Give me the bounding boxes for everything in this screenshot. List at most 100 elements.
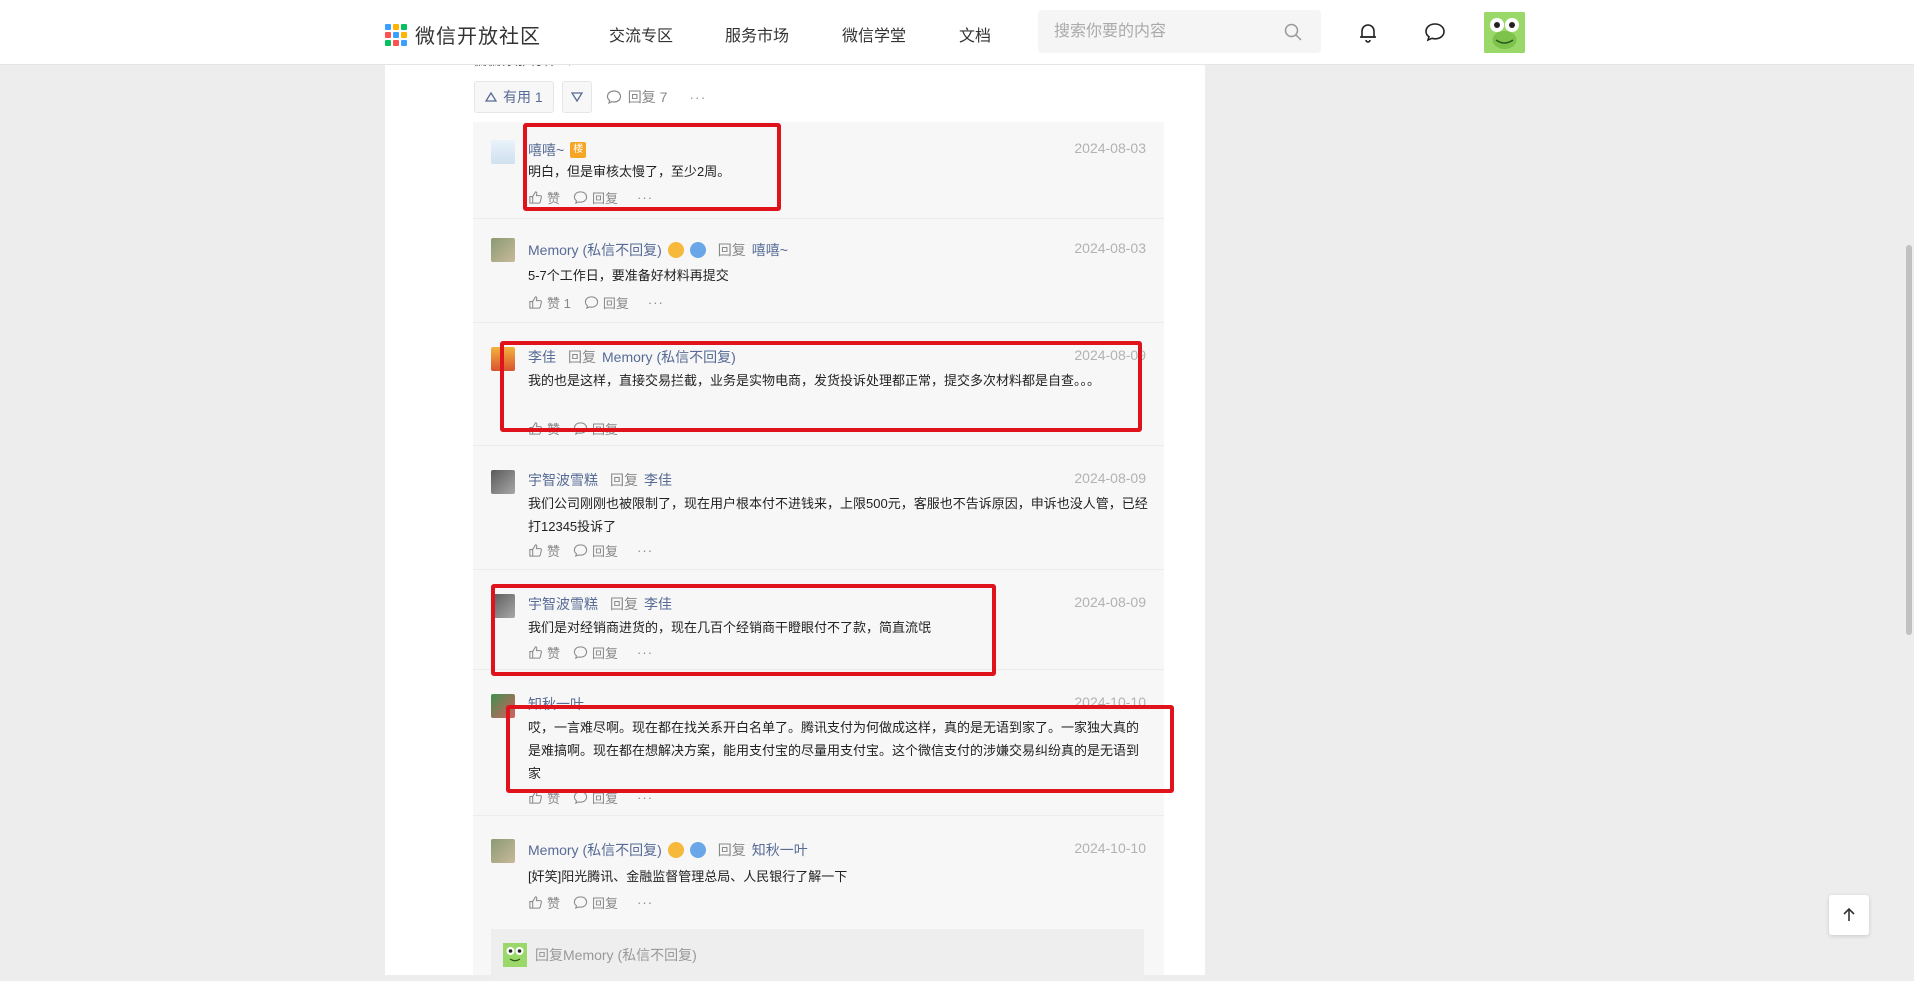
reply-button[interactable]: 回复 [584, 293, 629, 312]
commenter-avatar[interactable] [491, 594, 515, 618]
not-useful-button[interactable] [561, 81, 592, 113]
more-button[interactable]: ··· [637, 190, 653, 205]
message-icon[interactable] [1423, 20, 1447, 44]
comment-item: 宇智波雪糕 回复 李佳 2024-08-09 我们是对经销商进货的，现在几百个经… [473, 569, 1164, 670]
like-label: 赞 [547, 646, 561, 661]
site-logo[interactable]: 微信开放社区 [385, 20, 541, 49]
comment-actions: 赞 回复 ··· [528, 541, 653, 560]
more-button[interactable]: ··· [648, 295, 664, 310]
reply-target-name[interactable]: 嘻嘻~ [752, 240, 788, 260]
comment-header: 宇智波雪糕 回复 李佳 [528, 470, 672, 490]
reply-button[interactable]: 回复 [573, 541, 618, 560]
reply-button[interactable]: 回复 [573, 893, 618, 912]
commenter-avatar[interactable] [491, 470, 515, 494]
thumbs-up-icon [529, 791, 542, 804]
comment-thread: 嘻嘻~ 楼 2024-08-03 明白，但是审核太慢了，至少2周。 赞 回复 ·… [473, 122, 1164, 981]
comment-date: 2024-08-09 [1074, 594, 1146, 610]
scrollbar-thumb[interactable] [1906, 245, 1912, 635]
like-label: 赞 1 [547, 296, 571, 311]
post-action-bar: 有用 1 回复 7 ··· [474, 81, 706, 113]
reply-word: 回复 [610, 472, 638, 488]
thumbs-up-icon [529, 646, 542, 659]
more-button[interactable]: ··· [637, 645, 653, 660]
post-more-button[interactable]: ··· [689, 89, 706, 105]
comment-item: 嘻嘻~ 楼 2024-08-03 明白，但是审核太慢了，至少2周。 赞 回复 ·… [473, 122, 1164, 219]
comment-icon [573, 191, 588, 205]
comment-header: Memory (私信不回复) 回复 嘻嘻~ [528, 240, 788, 260]
comment-body: 明白，但是审核太慢了，至少2周。 [528, 164, 731, 179]
comment-item: Memory (私信不回复) 回复 嘻嘻~ 2024-08-03 5-7个工作日… [473, 218, 1164, 323]
nav-wechat-academy[interactable]: 微信学堂 [842, 22, 906, 46]
more-button[interactable]: ··· [637, 543, 653, 558]
commenter-name[interactable]: 宇智波雪糕 [528, 594, 598, 614]
like-button[interactable]: 赞 [528, 643, 560, 662]
commenter-avatar[interactable] [491, 694, 515, 718]
search-box [1038, 10, 1321, 53]
comment-body: 5-7个工作日，要准备好材料再提交 [528, 268, 729, 283]
like-label: 赞 [547, 191, 561, 206]
comment-date: 2024-10-10 [1074, 840, 1146, 856]
bell-icon[interactable] [1356, 20, 1380, 44]
search-input[interactable] [1052, 21, 1276, 42]
nav-exchange-zone[interactable]: 交流专区 [609, 22, 673, 46]
like-button[interactable]: 赞 [528, 788, 560, 807]
commenter-avatar[interactable] [491, 140, 515, 164]
commenter-name[interactable]: 宇智波雪糕 [528, 470, 598, 490]
like-button[interactable]: 赞 1 [528, 293, 571, 312]
shield-badge-icon [689, 842, 706, 858]
comment-icon [573, 422, 588, 436]
reply-button[interactable]: 回复 [573, 188, 618, 207]
comment-actions: 赞 回复 ··· [528, 419, 653, 438]
comment-item: Memory (私信不回复) 回复 知秋一叶 2024-10-10 [奸笑]阳光… [473, 815, 1164, 919]
comment-body: 哎，一言难尽啊。现在都在找关系开白名单了。腾讯支付为何做成这样，真的是无语到家了… [528, 720, 1140, 781]
commenter-avatar[interactable] [491, 347, 515, 371]
like-button[interactable]: 赞 [528, 893, 560, 912]
reply-target-name[interactable]: 知秋一叶 [752, 840, 808, 860]
reply-button[interactable]: 回复 [573, 419, 618, 438]
useful-button[interactable]: 有用 1 [474, 81, 554, 113]
commenter-avatar[interactable] [491, 238, 515, 262]
commenter-name[interactable]: Memory (私信不回复) [528, 840, 662, 860]
more-button[interactable]: ··· [637, 895, 653, 910]
commenter-name[interactable]: 嘻嘻~ [528, 140, 564, 160]
reply-target-name[interactable]: 李佳 [644, 470, 672, 490]
nav-docs[interactable]: 文档 [959, 22, 991, 46]
like-button[interactable]: 赞 [528, 188, 560, 207]
reply-label: 回复 [602, 296, 629, 311]
comment-body: 我们是对经销商进货的，现在几百个经销商干瞪眼付不了款，简直流氓 [528, 620, 932, 635]
comment-icon [573, 544, 588, 558]
comment-date: 2024-10-10 [1074, 694, 1146, 710]
comment-body: 我的也是这样，直接交易拦截，业务是实物电商，发货投诉处理都正常，提交多次材料都是… [528, 373, 1101, 388]
comment-date: 2024-08-03 [1074, 240, 1146, 256]
triangle-up-icon [485, 91, 497, 102]
like-button[interactable]: 赞 [528, 541, 560, 560]
nav-service-market[interactable]: 服务市场 [725, 22, 789, 46]
commenter-name[interactable]: 知秋一叶 [528, 694, 584, 714]
search-icon[interactable] [1283, 22, 1303, 42]
reply-word: 回复 [717, 842, 746, 858]
useful-label: 有用 1 [503, 89, 543, 105]
reply-target-name[interactable]: 李佳 [644, 594, 672, 614]
like-button[interactable]: 赞 [528, 419, 560, 438]
back-to-top-button[interactable] [1829, 895, 1869, 935]
commenter-name[interactable]: 李佳 [528, 347, 556, 367]
frog-avatar-icon [1484, 12, 1525, 53]
reply-target-name[interactable]: Memory (私信不回复) [602, 347, 736, 367]
reply-label: 回复 [592, 896, 619, 911]
post-reply-button[interactable]: 回复 7 [606, 87, 667, 107]
commenter-avatar[interactable] [491, 839, 515, 863]
more-button[interactable]: ··· [637, 421, 653, 436]
reply-button[interactable]: 回复 [573, 643, 618, 662]
commenter-name[interactable]: Memory (私信不回复) [528, 240, 662, 260]
reply-label: 回复 [592, 191, 619, 206]
main-content: 偏偏你那有什么一? 有用 1 回复 7 ··· 嘻嘻~ 楼 2024-08-03… [385, 52, 1205, 981]
reply-button[interactable]: 回复 [573, 788, 618, 807]
comment-body: 我们公司刚刚也被限制了，现在用户根本付不进钱来，上限500元，客服也不告诉原因，… [528, 496, 1148, 534]
reply-word: 回复 [610, 596, 638, 612]
site-title: 微信开放社区 [415, 26, 541, 48]
reply-input-box[interactable]: 回复Memory (私信不回复) [491, 929, 1144, 981]
comment-icon [606, 90, 621, 105]
top-navbar: 微信开放社区 交流专区 服务市场 微信学堂 文档 [0, 0, 1914, 65]
more-button[interactable]: ··· [637, 790, 653, 805]
user-avatar[interactable] [1484, 12, 1525, 53]
